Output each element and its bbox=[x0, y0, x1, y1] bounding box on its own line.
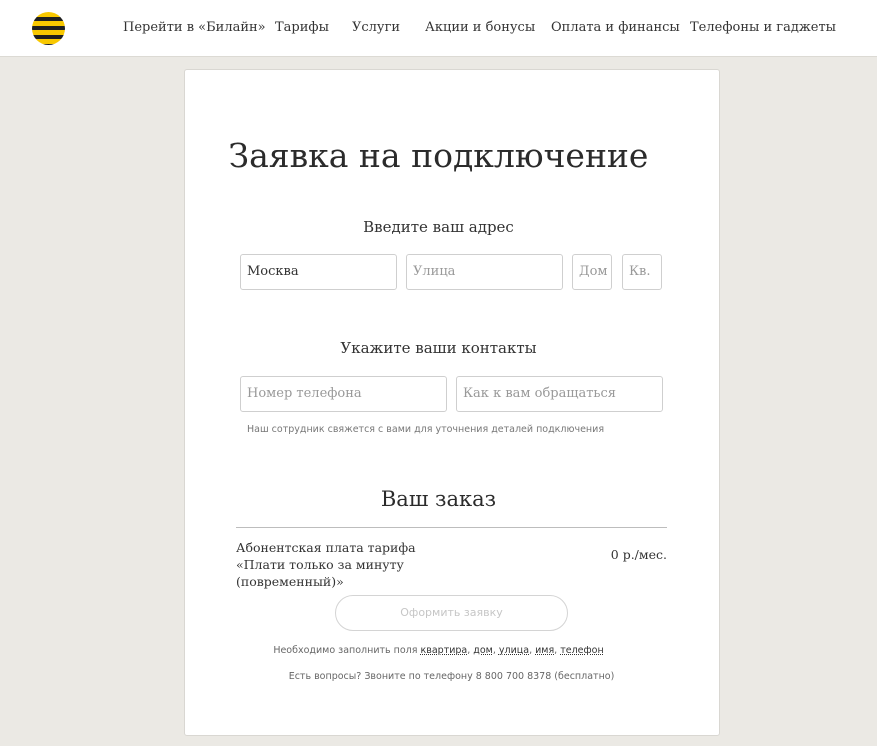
house-field[interactable]: Дом bbox=[572, 254, 612, 290]
contacts-section-title: Укажите ваши контакты bbox=[340, 339, 537, 357]
required-field-link-name[interactable]: имя bbox=[535, 645, 554, 656]
nav-item-services[interactable]: Услуги bbox=[352, 20, 400, 35]
nav-item-payment[interactable]: Оплата и финансы bbox=[551, 20, 680, 35]
city-field[interactable]: Москва bbox=[240, 254, 397, 290]
apartment-field[interactable]: Кв. bbox=[622, 254, 662, 290]
top-navigation-bar: Перейти в «Билайн» Тарифы Услуги Акции и… bbox=[0, 0, 877, 57]
nav-item-tariffs[interactable]: Тарифы bbox=[275, 20, 329, 35]
order-divider bbox=[236, 527, 667, 528]
order-item-description: Абонентская плата тарифа «Плати только з… bbox=[236, 540, 416, 589]
name-field[interactable]: Как к вам обращаться bbox=[456, 376, 663, 412]
nav-item-promotions[interactable]: Акции и бонусы bbox=[425, 20, 535, 35]
required-fields-note: Необходимо заполнить поля квартира, дом,… bbox=[273, 645, 604, 656]
support-phone-note: Есть вопросы? Звоните по телефону 8 800 … bbox=[288, 671, 615, 682]
nav-item-go-to-beeline[interactable]: Перейти в «Билайн» bbox=[123, 20, 266, 35]
address-section-title: Введите ваш адрес bbox=[363, 218, 514, 236]
contact-hint-text: Наш сотрудник свяжется с вами для уточне… bbox=[247, 424, 605, 435]
page-title: Заявка на подключение bbox=[228, 136, 649, 175]
required-field-link-apartment[interactable]: квартира bbox=[421, 645, 468, 656]
required-field-link-phone[interactable]: телефон bbox=[560, 645, 603, 656]
order-item-price: 0 р./мес. bbox=[610, 547, 667, 562]
required-field-link-street[interactable]: улица bbox=[499, 645, 529, 656]
required-field-link-house[interactable]: дом bbox=[473, 645, 493, 656]
submit-application-button[interactable]: Оформить заявку bbox=[335, 595, 568, 631]
order-title: Ваш заказ bbox=[380, 487, 497, 511]
phone-field[interactable]: Номер телефона bbox=[240, 376, 447, 412]
street-field[interactable]: Улица bbox=[406, 254, 563, 290]
required-fields-prefix: Необходимо заполнить поля bbox=[273, 645, 418, 656]
beeline-logo-icon[interactable] bbox=[32, 12, 65, 45]
nav-item-phones[interactable]: Телефоны и гаджеты bbox=[690, 20, 836, 35]
